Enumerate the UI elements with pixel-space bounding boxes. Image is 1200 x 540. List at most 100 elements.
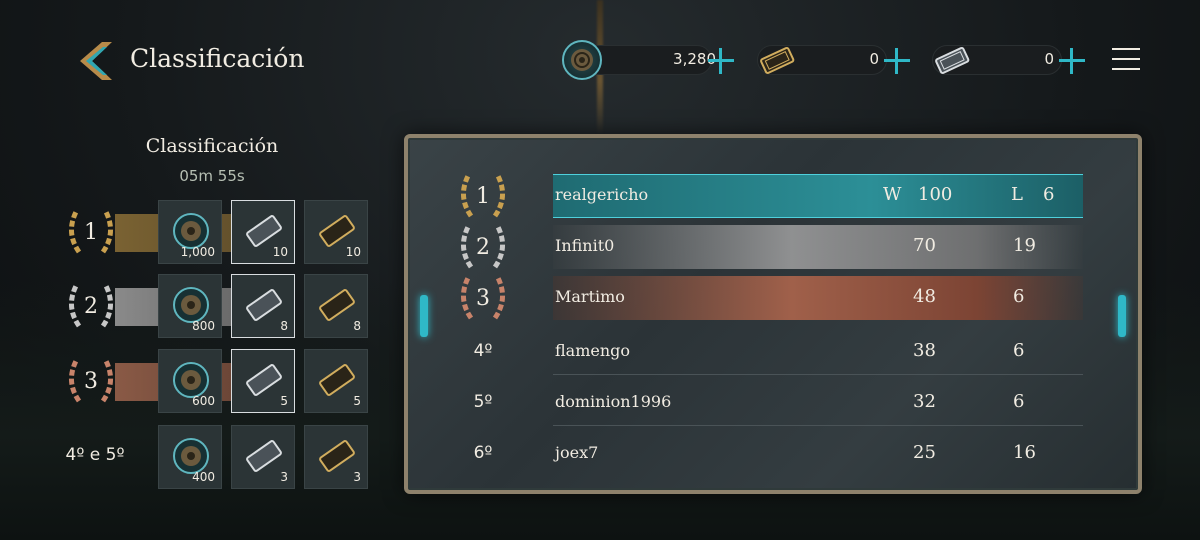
reward-silver-amount: 8 bbox=[280, 319, 288, 333]
player-wins: 70 bbox=[913, 235, 936, 256]
row-rank: 6º bbox=[473, 443, 493, 463]
reward-silver-amount: 5 bbox=[280, 394, 288, 408]
gold-ticket-icon bbox=[319, 364, 355, 396]
reward-coins: 800 bbox=[158, 274, 222, 338]
silver-ticket-icon bbox=[246, 440, 282, 472]
player-losses: 19 bbox=[1013, 235, 1036, 256]
bronze-laurel-icon: 3 bbox=[461, 274, 505, 320]
menu-icon bbox=[1112, 48, 1140, 50]
player-name: flamengo bbox=[555, 341, 631, 360]
silver-ticket-icon bbox=[935, 46, 970, 74]
leaderboard-row[interactable]: 6º joex7 25 16 bbox=[438, 432, 1086, 476]
player-name: Martimo bbox=[555, 287, 625, 306]
add-gold-ticket-button[interactable] bbox=[881, 45, 913, 77]
leaderboard-row[interactable]: 4º flamengo 38 6 bbox=[438, 330, 1086, 375]
leaderboard-row[interactable]: 1 realgericho W 100 L 6 bbox=[438, 172, 1086, 218]
gold-ticket-icon bbox=[760, 46, 795, 74]
player-wins: 38 bbox=[913, 340, 936, 361]
plus-icon bbox=[708, 48, 734, 74]
currency-gold-tickets: 0 bbox=[757, 40, 917, 80]
menu-button[interactable] bbox=[1112, 48, 1140, 74]
add-silver-ticket-button[interactable] bbox=[1056, 45, 1088, 77]
player-name: dominion1996 bbox=[555, 392, 672, 411]
row-divider bbox=[553, 425, 1083, 426]
row-rank: 3 bbox=[476, 286, 490, 311]
gold-laurel-icon: 1 bbox=[69, 208, 113, 254]
row-rank: 1 bbox=[476, 184, 490, 209]
reward-gold-tickets: 5 bbox=[304, 349, 368, 413]
panel-edge-light bbox=[1118, 295, 1126, 337]
currency-coins-value: 3,280 bbox=[673, 50, 716, 68]
chevron-left-icon bbox=[80, 42, 112, 80]
losses-header: L bbox=[1011, 184, 1023, 205]
tier-rank: 3 bbox=[84, 369, 98, 394]
reward-gold-tickets: 10 bbox=[304, 200, 368, 264]
page-title: Classificación bbox=[130, 44, 305, 73]
gold-ticket-icon bbox=[319, 289, 355, 321]
row-rank: 2 bbox=[476, 235, 490, 260]
reward-coins: 600 bbox=[158, 349, 222, 413]
reward-tier-2: 2 800 8 8 bbox=[55, 274, 370, 340]
plus-icon bbox=[884, 48, 910, 74]
reward-silver-amount: 3 bbox=[280, 470, 288, 484]
reward-silver-tickets: 5 bbox=[231, 349, 295, 413]
rewards-title: Classificación bbox=[145, 135, 279, 157]
player-wins: 48 bbox=[913, 286, 936, 307]
panel-edge-light bbox=[420, 295, 428, 337]
tier-rank: 4º e 5º bbox=[65, 445, 125, 465]
leaderboard-panel[interactable]: 1 realgericho W 100 L 6 2 Infinit0 70 19… bbox=[404, 134, 1142, 494]
player-wins: 25 bbox=[913, 442, 936, 463]
reward-gold-amount: 8 bbox=[353, 319, 361, 333]
row-divider bbox=[553, 374, 1083, 375]
reward-coins-amount: 800 bbox=[192, 319, 215, 333]
currency-silver-value: 0 bbox=[1044, 50, 1054, 68]
tier-rank: 2 bbox=[84, 294, 98, 319]
silver-ticket-icon bbox=[246, 364, 282, 396]
bronze-laurel-icon: 3 bbox=[69, 357, 113, 403]
reward-gold-tickets: 3 bbox=[304, 425, 368, 489]
player-losses: 6 bbox=[1013, 391, 1025, 412]
player-wins: 100 bbox=[918, 184, 953, 205]
player-name: realgericho bbox=[555, 185, 649, 204]
rewards-timer: 05m 55s bbox=[179, 167, 245, 185]
reward-silver-tickets: 10 bbox=[231, 200, 295, 264]
player-name: joex7 bbox=[555, 443, 599, 462]
reward-coins-amount: 1,000 bbox=[180, 245, 215, 259]
row-rank: 5º bbox=[473, 392, 493, 412]
reward-coins-amount: 400 bbox=[192, 470, 215, 484]
reward-silver-tickets: 8 bbox=[231, 274, 295, 338]
player-losses: 16 bbox=[1013, 442, 1036, 463]
currency-silver-tickets: 0 bbox=[932, 40, 1092, 80]
reward-coins-amount: 600 bbox=[192, 394, 215, 408]
reward-silver-tickets: 3 bbox=[231, 425, 295, 489]
row-highlight bbox=[553, 225, 1083, 269]
reward-coins: 400 bbox=[158, 425, 222, 489]
reward-silver-amount: 10 bbox=[272, 245, 288, 259]
player-losses: 6 bbox=[1013, 286, 1025, 307]
back-button[interactable] bbox=[72, 38, 118, 84]
currency-coins: 3,280 bbox=[562, 40, 742, 80]
leaderboard-row[interactable]: 5º dominion1996 32 6 bbox=[438, 381, 1086, 426]
player-losses: 6 bbox=[1043, 184, 1055, 205]
reward-tier-3: 3 600 5 5 bbox=[55, 349, 370, 415]
reward-coins: 1,000 bbox=[158, 200, 222, 264]
plus-icon bbox=[1059, 48, 1085, 74]
gold-ticket-icon bbox=[319, 440, 355, 472]
reward-gold-tickets: 8 bbox=[304, 274, 368, 338]
reward-tier-1: 1 1,000 10 10 bbox=[55, 200, 370, 266]
wins-header: W bbox=[883, 184, 902, 205]
reward-gold-amount: 5 bbox=[353, 394, 361, 408]
reward-gold-amount: 10 bbox=[345, 245, 361, 259]
silver-ticket-icon bbox=[246, 289, 282, 321]
reward-tier-4-5: 4º e 5º 400 3 3 bbox=[55, 425, 370, 491]
row-highlight bbox=[553, 276, 1083, 320]
player-losses: 6 bbox=[1013, 340, 1025, 361]
leaderboard-row[interactable]: 3 Martimo 48 6 bbox=[438, 274, 1086, 320]
reward-gold-amount: 3 bbox=[353, 470, 361, 484]
add-coins-button[interactable] bbox=[705, 45, 737, 77]
silver-laurel-icon: 2 bbox=[69, 282, 113, 328]
leaderboard-row[interactable]: 2 Infinit0 70 19 bbox=[438, 223, 1086, 269]
tier-rank: 1 bbox=[84, 220, 98, 245]
player-name: Infinit0 bbox=[555, 236, 615, 255]
player-wins: 32 bbox=[913, 391, 936, 412]
